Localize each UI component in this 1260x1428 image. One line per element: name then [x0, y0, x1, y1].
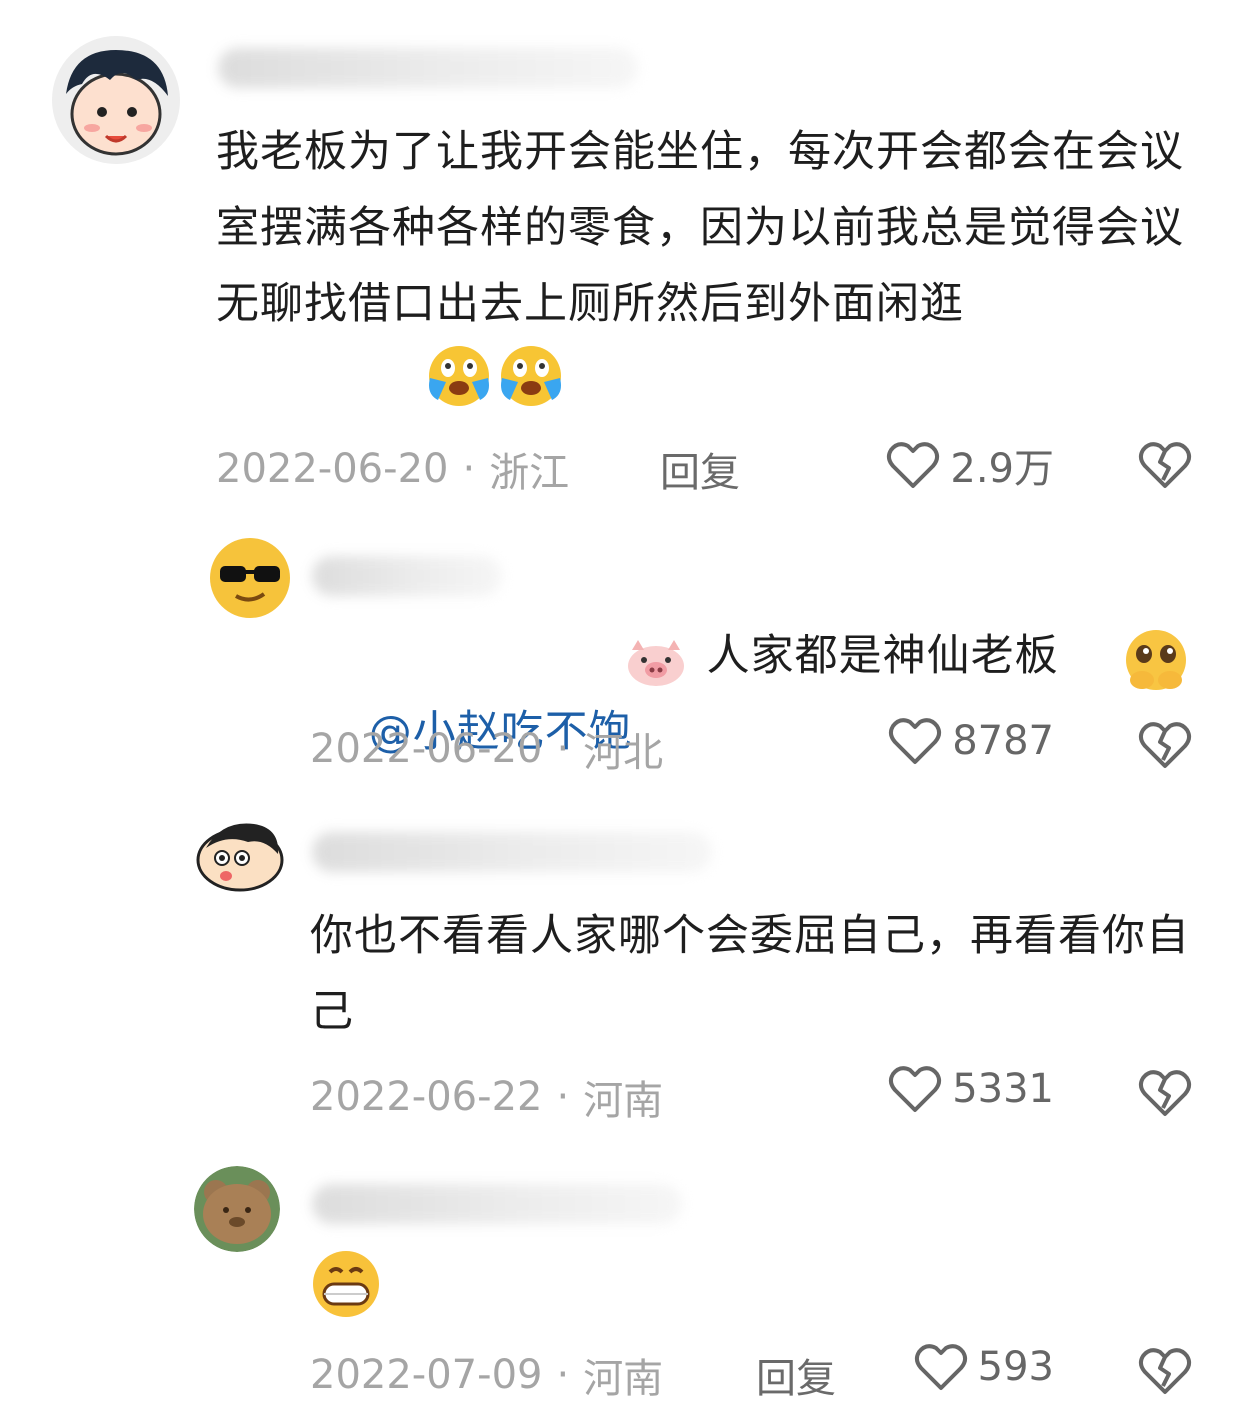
- comment-4: 2022-07-09 · 河南 回复 593: [0, 1150, 1260, 1428]
- dislike-button[interactable]: [1138, 720, 1192, 774]
- separator-dot: ·: [462, 446, 476, 492]
- like-count: 2.9万: [950, 446, 1054, 492]
- comment-meta: 2022-07-09 · 河南: [310, 1346, 663, 1404]
- crying-emoji: [496, 342, 566, 412]
- like-count: 593: [977, 1344, 1054, 1390]
- username-blurred[interactable]: [312, 832, 712, 872]
- heart-outline-icon: [914, 1344, 967, 1390]
- comment-3: 你也不看看人家哪个会委屈自己，再看看你自己 2022-06-22 · 河南 53…: [0, 800, 1260, 1130]
- username-blurred[interactable]: [312, 556, 502, 596]
- like-count: 8787: [952, 718, 1054, 764]
- broken-heart-icon: [1138, 722, 1192, 768]
- reply-button[interactable]: 回复: [756, 1346, 836, 1404]
- comment-meta: 2022-06-22 · 河南: [310, 1068, 663, 1126]
- separator-dot: ·: [556, 1074, 570, 1120]
- comment-text-body: 人家都是神仙老板: [692, 631, 1059, 681]
- heart-outline-icon: [887, 442, 940, 488]
- avatar-shinchan[interactable]: [192, 818, 284, 894]
- separator-dot: ·: [556, 1352, 570, 1398]
- dislike-button[interactable]: [1138, 1068, 1192, 1122]
- username-blurred[interactable]: [218, 48, 638, 88]
- like-button[interactable]: 2.9万: [886, 436, 1054, 494]
- comment-date: 2022-06-20: [310, 726, 543, 772]
- broken-heart-icon: [1138, 442, 1192, 488]
- comment-location: 河北: [583, 730, 664, 776]
- avatar-boy[interactable]: [52, 36, 180, 164]
- like-button[interactable]: 5331: [888, 1064, 1054, 1114]
- heart-outline-icon: [889, 1066, 942, 1112]
- comment-location: 河南: [583, 1356, 664, 1402]
- broken-heart-icon: [1138, 1070, 1192, 1116]
- grinning-emoji: [308, 1248, 384, 1322]
- comment-meta: 2022-06-20 · 河北: [310, 720, 663, 778]
- reply-button[interactable]: 回复: [660, 440, 740, 498]
- pig-emoji: [624, 638, 688, 692]
- pleading-emoji: [1120, 626, 1192, 698]
- comment-location: 河南: [583, 1078, 664, 1124]
- separator-dot: ·: [556, 726, 570, 772]
- like-button[interactable]: 8787: [888, 716, 1054, 766]
- avatar-sunglasses[interactable]: [208, 536, 292, 620]
- dislike-button[interactable]: [1138, 440, 1192, 494]
- broken-heart-icon: [1138, 1348, 1192, 1394]
- comment-text: 我老板为了让我开会能坐住，每次开会都会在会议室摆满各种各样的零食，因为以前我总是…: [216, 127, 1184, 329]
- avatar-bear[interactable]: [194, 1166, 280, 1252]
- comment-text: 你也不看看人家哪个会委屈自己，再看看你自己: [310, 911, 1190, 1037]
- dislike-button[interactable]: [1138, 1346, 1192, 1400]
- comment-date: 2022-07-09: [310, 1352, 543, 1398]
- like-button[interactable]: 593: [914, 1342, 1054, 1392]
- crying-emoji: [424, 342, 494, 412]
- comment-date: 2022-06-22: [310, 1074, 543, 1120]
- comment-1: 我老板为了让我开会能坐住，每次开会都会在会议室摆满各种各样的零食，因为以前我总是…: [0, 0, 1260, 500]
- like-count: 5331: [952, 1066, 1054, 1112]
- comment-location: 浙江: [489, 450, 570, 496]
- comment-date: 2022-06-20: [216, 446, 449, 492]
- username-blurred[interactable]: [312, 1184, 682, 1224]
- heart-outline-icon: [889, 718, 942, 764]
- comment-meta: 2022-06-20 · 浙江: [216, 440, 569, 498]
- comment-2: @小赵吃不饱 人家都是神仙老板 2022-06-20 · 河北 8787: [0, 520, 1260, 790]
